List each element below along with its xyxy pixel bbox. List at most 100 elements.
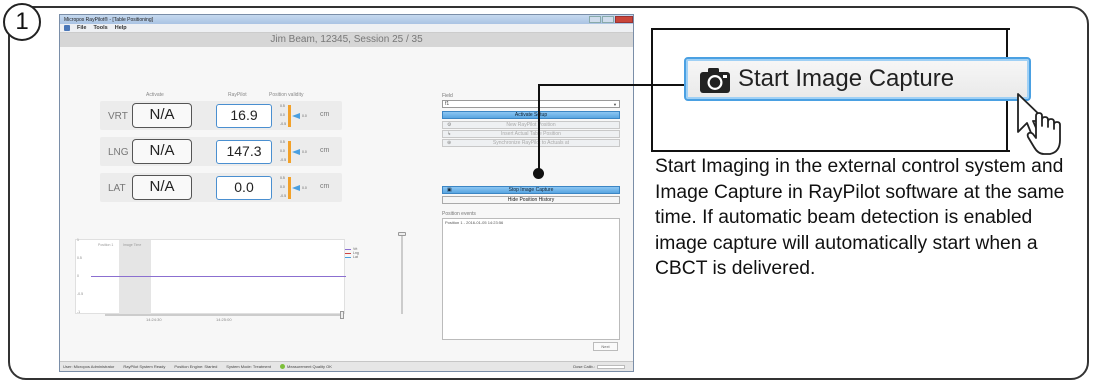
raypilot-value: 147.3 — [216, 140, 272, 164]
dose-calibration: Dose Calib.: — [573, 364, 625, 369]
legend-label: Lat — [353, 255, 358, 259]
axis-label: LAT — [108, 183, 126, 194]
status-system: RayPilot System Ready — [123, 364, 166, 369]
slider-knob[interactable] — [398, 232, 406, 236]
axis-row-vrt: VRT N/A 16.9 0.5 0.0 -0.5 0.0 cm — [100, 101, 342, 130]
camera-icon: ▣ — [447, 187, 452, 193]
menu-bar: File Tools Help — [60, 24, 633, 33]
callout-connector — [538, 85, 540, 173]
column-head-validity: Position validity — [269, 92, 304, 98]
button-label: Stop Image Capture — [508, 187, 554, 193]
menu-tools[interactable]: Tools — [93, 25, 107, 31]
frame-edge — [653, 150, 1010, 152]
button-label: Start Image Capture — [738, 65, 955, 92]
validity-tick: -0.5 — [280, 158, 287, 162]
position-events-list[interactable]: Position 1 - 2016-01-05 14:23:56 — [442, 218, 620, 340]
app-icon — [64, 25, 70, 31]
minimize-button[interactable] — [589, 15, 601, 23]
validity-tick: 0.0 — [280, 113, 285, 117]
dose-label: Dose Calib.: — [573, 364, 595, 369]
validity-tick: 0.5 — [280, 140, 285, 144]
capture-highlight — [119, 240, 151, 315]
button-label: New RayPilot Position — [506, 122, 556, 128]
y-tick-label: 0 — [77, 274, 79, 278]
status-quality: Measurement Quality OK — [279, 363, 332, 370]
close-button[interactable] — [615, 15, 633, 23]
x-tick-label: 14:24:30 — [146, 317, 162, 322]
start-image-capture-button[interactable]: Start Image Capture — [684, 57, 1031, 101]
raypilot-value: 16.9 — [216, 104, 272, 128]
validity-indicator: 0.5 0.0 -0.5 0.0 — [279, 140, 309, 163]
column-head-activate: Activate — [146, 92, 164, 98]
stop-image-capture-button[interactable]: ▣ Stop Image Capture — [442, 186, 620, 194]
position-events-label: Position events — [442, 211, 476, 217]
activate-button[interactable]: N/A — [132, 175, 192, 200]
synchronize-button[interactable]: ⊕ Synchronize RayPilot to Actuals at — [442, 139, 620, 147]
validity-value: 0.0 — [302, 150, 307, 154]
callout-dot — [533, 168, 544, 179]
validity-pointer-icon — [292, 185, 300, 191]
chevron-down-icon: ▼ — [613, 102, 617, 107]
validity-pointer-icon — [292, 113, 300, 119]
button-label: Insert Actual Table Position — [501, 131, 561, 137]
validity-bar — [288, 105, 291, 127]
vertical-zoom-slider[interactable] — [398, 232, 406, 314]
activate-setup-button[interactable]: Activate Setup — [442, 111, 620, 119]
field-select-value: f1 — [445, 101, 450, 107]
raypilot-value: 0.0 — [216, 176, 272, 200]
axis-row-lng: LNG N/A 147.3 0.5 0.0 -0.5 0.0 cm — [100, 137, 342, 166]
validity-value: 0.0 — [302, 114, 307, 118]
step-description: Start Imaging in the external control sy… — [655, 156, 1065, 279]
event-marker-label: Image Time — [123, 243, 142, 247]
validity-tick: 0.5 — [280, 104, 285, 108]
next-button[interactable]: Next — [593, 342, 618, 351]
unit-label: cm — [320, 111, 330, 118]
legend-swatch — [345, 252, 351, 254]
title-bar: Micropos RayPilot® - [Table Positioning] — [60, 15, 633, 24]
axis-label: VRT — [108, 111, 128, 122]
menu-help[interactable]: Help — [115, 25, 127, 31]
legend-item: Lat — [345, 255, 359, 259]
time-scroll-slider[interactable] — [105, 311, 344, 319]
frame-edge — [653, 28, 1010, 30]
status-quality-text: Measurement Quality OK — [286, 363, 332, 369]
button-label: Synchronize RayPilot to Actuals at — [492, 140, 570, 146]
y-tick-label: 1 — [77, 238, 79, 242]
camera-icon — [700, 68, 730, 93]
validity-tick: -0.5 — [280, 194, 287, 198]
activate-button[interactable]: N/A — [132, 103, 192, 128]
insert-actual-position-button[interactable]: ↳ Insert Actual Table Position — [442, 130, 620, 138]
validity-tick: 0.0 — [280, 149, 285, 153]
app-window: Micropos RayPilot® - [Table Positioning]… — [59, 14, 634, 372]
status-mode: System Mode: Treatment — [226, 364, 271, 369]
validity-pointer-icon — [292, 149, 300, 155]
validity-bar — [288, 177, 291, 199]
position-trace — [91, 276, 346, 277]
hide-position-history-button[interactable]: Hide Position History — [442, 196, 620, 204]
y-tick-label: -0.5 — [77, 292, 84, 296]
legend-swatch — [345, 256, 351, 258]
axis-label: LNG — [108, 147, 129, 158]
validity-indicator: 0.5 0.0 -0.5 0.0 — [279, 176, 309, 199]
axis-row-lat: LAT N/A 0.0 0.5 0.0 -0.5 0.0 cm — [100, 173, 342, 202]
field-select[interactable]: f1 ▼ — [442, 100, 620, 108]
mouse-cursor-icon — [1017, 93, 1061, 155]
menu-file[interactable]: File — [77, 25, 86, 31]
x-tick-label: 14:25:00 — [216, 317, 232, 322]
validity-indicator: 0.5 0.0 -0.5 0.0 — [279, 104, 309, 127]
y-tick-label: -1 — [77, 310, 81, 314]
maximize-button[interactable] — [602, 15, 614, 23]
slider-knob[interactable] — [340, 311, 344, 319]
new-position-button[interactable]: ⚙ New RayPilot Position — [442, 121, 620, 129]
event-marker-label: Position 1 — [98, 243, 114, 247]
validity-tick: 0.0 — [280, 185, 285, 189]
list-item[interactable]: Position 1 - 2016-01-05 14:23:56 — [443, 219, 619, 226]
activate-button[interactable]: N/A — [132, 139, 192, 164]
sync-icon: ⊕ — [447, 140, 452, 146]
y-tick-label: 0.5 — [77, 256, 82, 260]
position-history-chart: 1 0.5 0 -0.5 -1 Position 1 Image Time 14… — [75, 238, 346, 322]
unit-label: cm — [320, 147, 330, 154]
status-engine: Position Engine: Started — [174, 364, 218, 369]
window-controls — [588, 15, 633, 24]
column-head-raypilot: RayPilot — [228, 92, 247, 98]
